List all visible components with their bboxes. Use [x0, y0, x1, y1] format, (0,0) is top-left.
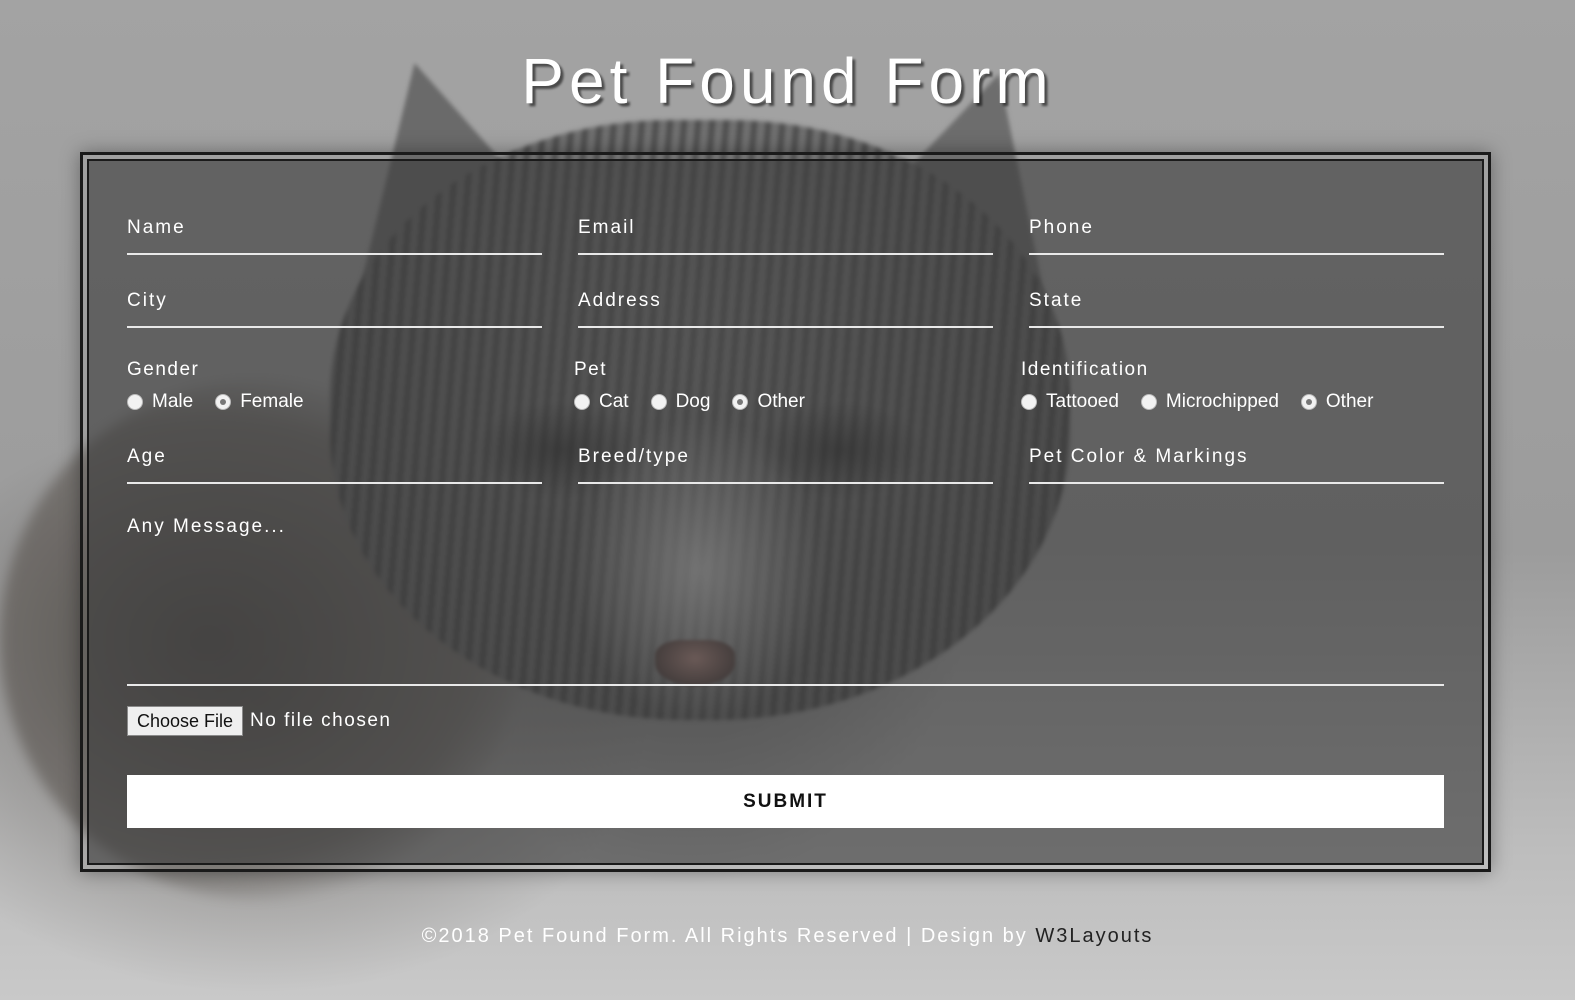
gender-option-male[interactable]: Male	[127, 391, 193, 413]
form-panel: Name Email Phone City Address State Gend…	[80, 152, 1491, 872]
radio-button-selected[interactable]	[1300, 394, 1317, 410]
option-label: Female	[240, 391, 304, 412]
file-status: No file chosen	[250, 710, 392, 731]
radio-button[interactable]	[650, 394, 667, 410]
pet-option-dog[interactable]: Dog	[650, 391, 711, 413]
file-upload: Choose File No file chosen	[127, 706, 391, 736]
phone-field[interactable]: Phone	[1029, 217, 1444, 255]
breed-field[interactable]: Breed/type	[578, 446, 993, 484]
footer-link-w3layouts[interactable]: W3Layouts	[1035, 925, 1153, 947]
identification-label: Identification	[1021, 359, 1149, 380]
age-placeholder: Age	[127, 446, 167, 467]
identification-option-tattooed[interactable]: Tattooed	[1021, 391, 1119, 413]
color-markings-placeholder: Pet Color & Markings	[1029, 446, 1249, 467]
radio-button[interactable]	[1021, 394, 1037, 410]
name-placeholder: Name	[127, 217, 186, 238]
choose-file-button[interactable]: Choose File	[127, 706, 244, 736]
color-markings-field[interactable]: Pet Color & Markings	[1029, 446, 1444, 484]
identification-option-other[interactable]: Other	[1300, 391, 1374, 413]
pet-label: Pet	[574, 359, 608, 380]
option-label: Dog	[675, 391, 711, 412]
radio-button[interactable]	[574, 394, 590, 410]
form-panel-inner: Name Email Phone City Address State Gend…	[87, 159, 1484, 865]
pet-group: Pet Cat Dog Other	[574, 359, 827, 413]
submit-button[interactable]: SUBMIT	[127, 775, 1444, 828]
radio-button-selected[interactable]	[215, 394, 232, 410]
phone-placeholder: Phone	[1029, 217, 1094, 238]
option-label: Other	[757, 391, 805, 412]
email-placeholder: Email	[578, 217, 636, 238]
radio-button[interactable]	[1140, 394, 1157, 410]
city-placeholder: City	[127, 290, 168, 311]
pet-option-cat[interactable]: Cat	[574, 391, 629, 413]
footer-text: ©2018 Pet Found Form. All Rights Reserve…	[421, 925, 1028, 947]
address-field[interactable]: Address	[578, 290, 993, 328]
option-label: Male	[152, 391, 194, 412]
message-placeholder: Any Message...	[127, 516, 286, 537]
state-field[interactable]: State	[1029, 290, 1444, 328]
address-placeholder: Address	[578, 290, 662, 311]
radio-button-selected[interactable]	[732, 394, 749, 410]
pet-option-other[interactable]: Other	[732, 391, 805, 413]
breed-placeholder: Breed/type	[578, 446, 690, 467]
gender-label: Gender	[127, 359, 200, 380]
page-title: Pet Found Form	[521, 45, 1054, 117]
option-label: Microchipped	[1165, 391, 1279, 412]
message-textarea[interactable]: Any Message...	[127, 516, 1444, 686]
identification-group: Identification Tattooed Microchipped Oth…	[1021, 359, 1395, 413]
option-label: Tattooed	[1046, 391, 1119, 412]
option-label: Other	[1325, 391, 1374, 412]
identification-option-microchipped[interactable]: Microchipped	[1140, 391, 1279, 413]
state-placeholder: State	[1029, 290, 1084, 311]
age-field[interactable]: Age	[127, 446, 542, 484]
option-label: Cat	[599, 391, 629, 412]
gender-option-female[interactable]: Female	[215, 391, 304, 413]
footer: ©2018 Pet Found Form. All Rights Reserve…	[0, 925, 1575, 948]
radio-button[interactable]	[127, 394, 143, 410]
city-field[interactable]: City	[127, 290, 542, 328]
email-field[interactable]: Email	[578, 217, 993, 255]
gender-group: Gender Male Female	[127, 359, 326, 413]
name-field[interactable]: Name	[127, 217, 542, 255]
